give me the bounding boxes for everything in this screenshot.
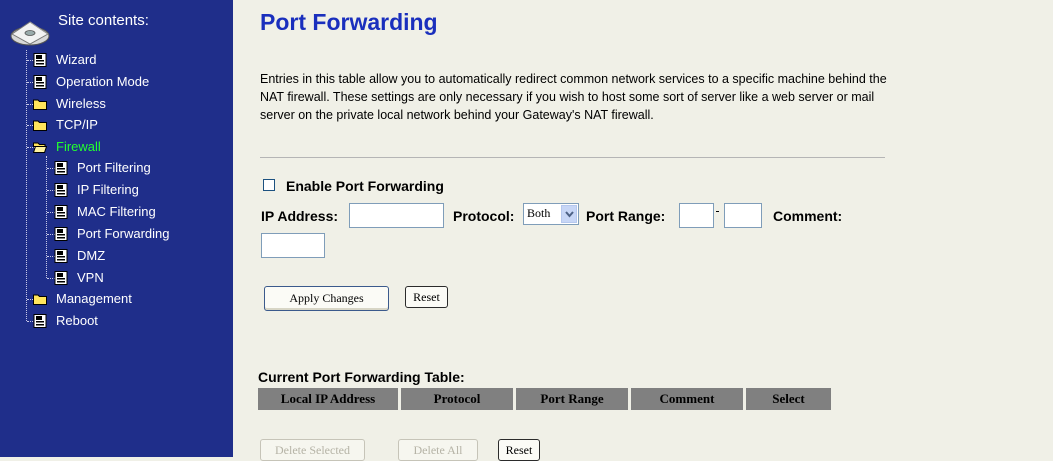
sidebar-item-label: VPN — [77, 270, 104, 285]
page-icon — [54, 249, 68, 263]
page-icon — [54, 183, 68, 197]
sidebar-item-label: Wireless — [56, 96, 106, 111]
sidebar-item-label: Firewall — [56, 139, 101, 154]
sidebar: Site contents: Wizard Operation Mode Wir… — [0, 0, 233, 457]
tree-connector — [26, 50, 27, 321]
table-reset-button[interactable]: Reset — [498, 439, 540, 461]
navigation-tree: Wizard Operation Mode Wireless TCP/IP Fi… — [0, 0, 233, 457]
page-icon — [33, 314, 47, 328]
folder-icon — [33, 294, 47, 305]
table-title: Current Port Forwarding Table: — [258, 369, 465, 385]
page-icon — [54, 227, 68, 241]
protocol-dropdown-button[interactable] — [561, 205, 577, 223]
protocol-select[interactable]: Both — [523, 203, 579, 225]
sidebar-item-label: Wizard — [56, 52, 97, 67]
protocol-label: Protocol: — [453, 208, 515, 224]
folder-open-icon — [33, 142, 47, 153]
sidebar-item-label: DMZ — [77, 248, 106, 263]
delete-selected-button[interactable]: Delete Selected — [260, 439, 365, 461]
page-icon — [54, 205, 68, 219]
page-icon — [33, 53, 47, 67]
sidebar-item-label: Port Forwarding — [77, 226, 170, 241]
page-icon — [33, 75, 47, 89]
port-range-from-input[interactable] — [679, 203, 714, 228]
sidebar-item-label: IP Filtering — [77, 182, 139, 197]
ip-address-input[interactable] — [349, 203, 444, 228]
folder-icon — [33, 99, 47, 110]
sidebar-item-label: TCP/IP — [56, 117, 98, 132]
sidebar-item-label: Management — [56, 291, 132, 306]
column-header-protocol: Protocol — [401, 388, 513, 410]
port-range-separator — [716, 211, 719, 212]
main-content: Port Forwarding Entries in this table al… — [233, 0, 1053, 461]
page-icon — [54, 161, 68, 175]
folder-icon — [33, 120, 47, 131]
apply-changes-button[interactable]: Apply Changes — [264, 286, 389, 311]
comment-input[interactable] — [261, 233, 325, 258]
sidebar-item-label: Reboot — [56, 313, 98, 328]
ip-address-label: IP Address: — [261, 208, 339, 224]
reset-button[interactable]: Reset — [405, 286, 448, 308]
tree-connector — [46, 156, 47, 278]
column-header-local-ip: Local IP Address — [258, 388, 398, 410]
column-header-port-range: Port Range — [516, 388, 628, 410]
chevron-down-icon — [565, 211, 574, 218]
port-range-to-input[interactable] — [724, 203, 762, 228]
port-range-label: Port Range: — [586, 208, 666, 224]
sidebar-item-label: Port Filtering — [77, 160, 151, 175]
enable-port-forwarding-label: Enable Port Forwarding — [286, 178, 444, 194]
column-header-comment: Comment — [631, 388, 743, 410]
sidebar-item-label: MAC Filtering — [77, 204, 156, 219]
section-divider — [260, 157, 885, 158]
protocol-value: Both — [527, 206, 551, 220]
column-header-select: Select — [746, 388, 831, 410]
delete-all-button[interactable]: Delete All — [398, 439, 478, 461]
intro-text: Entries in this table allow you to autom… — [260, 72, 887, 122]
enable-port-forwarding-checkbox[interactable] — [263, 179, 275, 191]
page-title: Port Forwarding — [260, 9, 438, 35]
page-icon — [54, 271, 68, 285]
comment-label: Comment: — [773, 208, 843, 224]
sidebar-item-label: Operation Mode — [56, 74, 150, 89]
